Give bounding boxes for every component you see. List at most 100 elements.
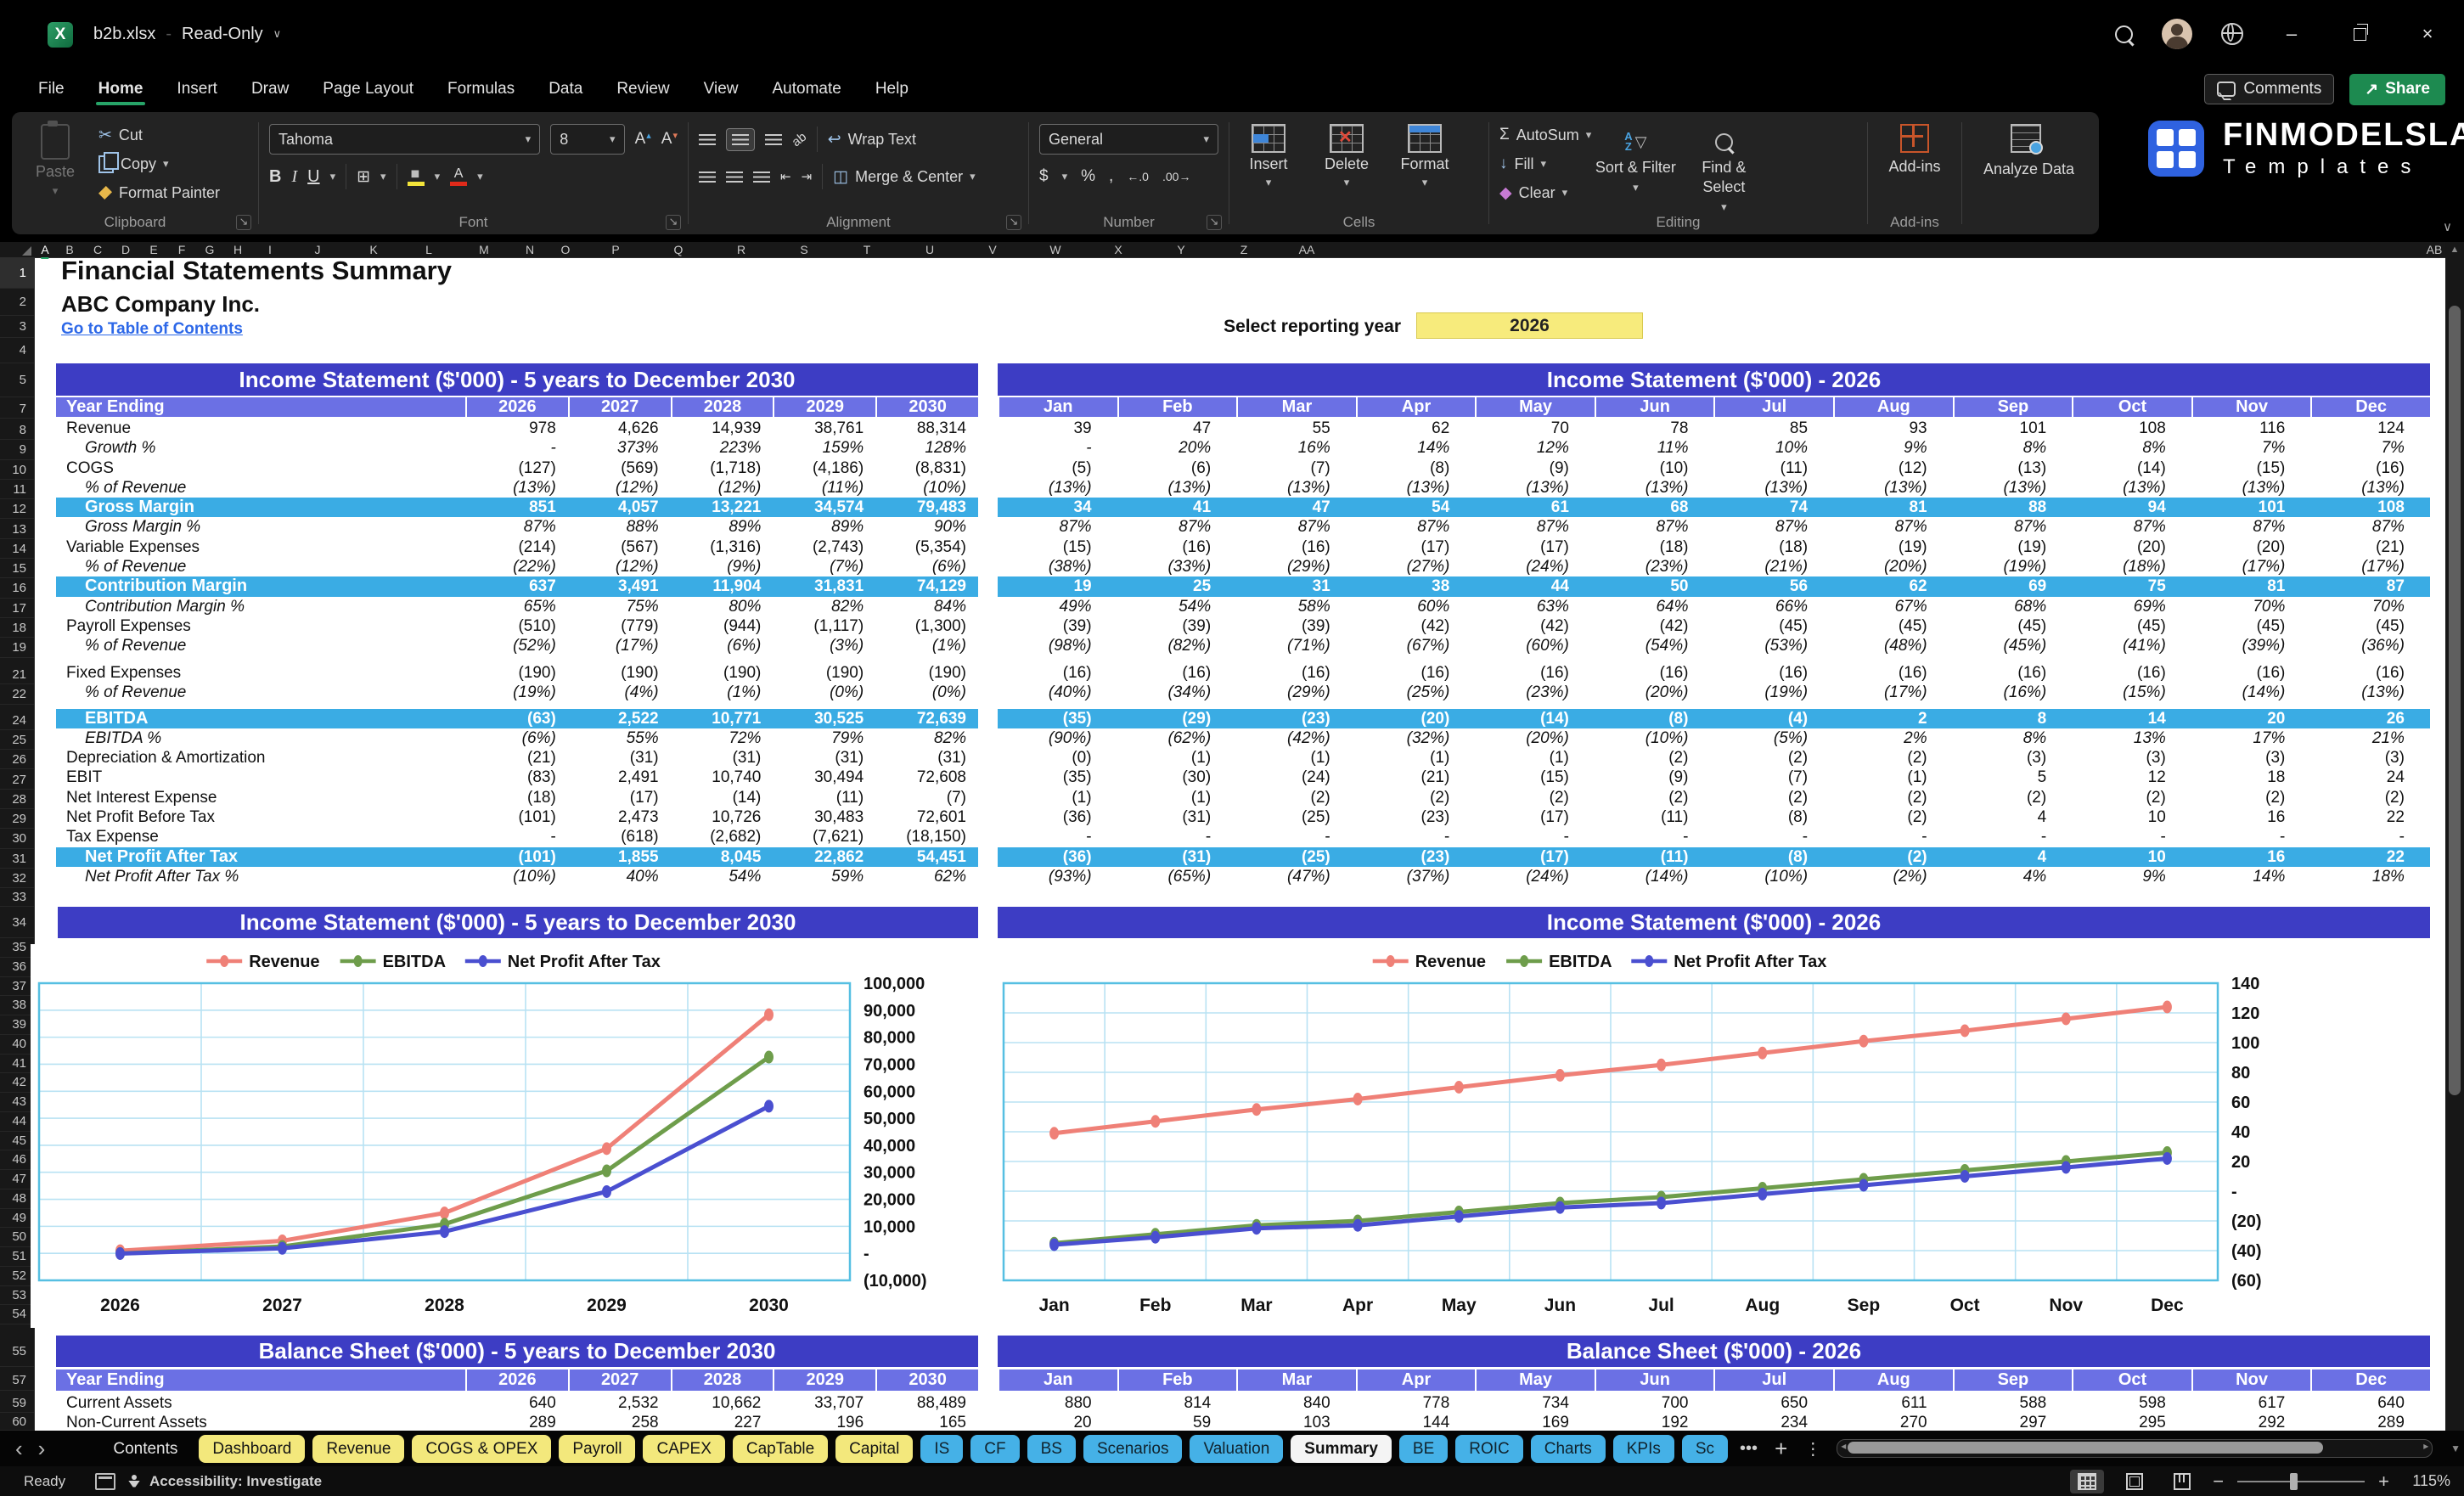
close-button[interactable]: × [2408, 14, 2447, 53]
cell[interactable]: (10) [1595, 458, 1714, 478]
cell[interactable]: (36) [998, 807, 1117, 827]
cell[interactable]: 87 [2310, 576, 2430, 596]
row-label[interactable]: Non-Current Assets [56, 1413, 465, 1431]
cell[interactable]: (19) [1833, 537, 1953, 557]
cell[interactable]: 13,221 [671, 498, 774, 517]
cell[interactable]: 72% [671, 728, 774, 748]
sheet-tab-cf[interactable]: CF [970, 1434, 1020, 1463]
scroll-right-icon[interactable]: ▸ [2423, 1440, 2428, 1452]
cell[interactable]: (2) [1595, 748, 1714, 768]
cell[interactable]: (52%) [465, 636, 568, 655]
cell[interactable]: 34 [998, 498, 1117, 517]
cell[interactable]: (42%) [1236, 728, 1356, 748]
row-number[interactable]: 15 [0, 559, 34, 579]
cell[interactable]: 55% [568, 728, 671, 748]
row-number[interactable]: 54 [0, 1305, 34, 1324]
cell[interactable]: (2) [1475, 788, 1595, 807]
cell[interactable]: (48%) [1833, 636, 1953, 655]
row-label[interactable]: EBITDA % [56, 728, 465, 748]
cell[interactable]: 196 [773, 1413, 875, 1431]
zoom-level[interactable]: 115% [2403, 1472, 2450, 1490]
cell[interactable]: (39) [1117, 616, 1237, 636]
column-header[interactable]: T [864, 242, 871, 257]
cell[interactable]: (14) [671, 788, 774, 807]
column-header[interactable]: Z [1240, 242, 1248, 257]
cell[interactable]: (2) [2191, 788, 2311, 807]
cell[interactable]: 14,939 [671, 419, 774, 438]
cell[interactable]: (21%) [1713, 557, 1833, 576]
cell[interactable]: 88 [1953, 498, 2073, 517]
row-number[interactable]: 41 [0, 1055, 34, 1074]
cell[interactable]: 18 [2191, 768, 2311, 787]
row-number[interactable]: 43 [0, 1093, 34, 1112]
cell[interactable]: (16) [2310, 663, 2430, 683]
cell[interactable]: 75% [568, 597, 671, 616]
cell[interactable]: 63% [1475, 597, 1595, 616]
cell[interactable]: 128% [875, 438, 978, 458]
cell[interactable]: 258 [568, 1413, 671, 1431]
menu-tab-file[interactable]: File [24, 71, 79, 107]
cell[interactable]: 30,483 [773, 807, 875, 827]
row-label[interactable]: EBIT [56, 768, 465, 787]
cell[interactable]: (42) [1475, 616, 1595, 636]
increase-decimal-button[interactable]: ←.0 [1127, 170, 1149, 183]
cell[interactable]: (190) [465, 663, 568, 683]
column-header[interactable]: S [800, 242, 807, 257]
sheet-tab-sc[interactable]: Sc [1681, 1434, 1729, 1463]
row-number[interactable]: 34 [0, 907, 34, 938]
number-format-select[interactable]: General ▾ [1039, 124, 1218, 155]
cell[interactable]: - [1475, 827, 1595, 846]
menu-tab-formulas[interactable]: Formulas [433, 71, 529, 107]
cell[interactable]: (24%) [1475, 867, 1595, 886]
cell[interactable]: (16) [1713, 663, 1833, 683]
macro-record-icon[interactable] [95, 1472, 115, 1490]
cell[interactable]: (3) [1953, 748, 2073, 768]
cell[interactable]: - [1833, 827, 1953, 846]
cell[interactable]: 4,057 [568, 498, 671, 517]
row-number[interactable]: 37 [0, 977, 34, 997]
cell[interactable]: 56 [1713, 576, 1833, 596]
cell[interactable]: 640 [465, 1393, 568, 1413]
row-number[interactable]: 21 [0, 665, 34, 685]
cell[interactable]: (190) [875, 663, 978, 683]
cell[interactable]: (33%) [1117, 557, 1237, 576]
cell[interactable]: (4,186) [773, 458, 875, 478]
cell[interactable]: (2) [1953, 788, 2073, 807]
currency-format-button[interactable]: $ [1039, 167, 1049, 186]
cell[interactable]: (0%) [773, 683, 875, 702]
cell[interactable]: 54,451 [875, 847, 978, 867]
cell[interactable]: (14) [1475, 709, 1595, 728]
cell[interactable]: (7) [1713, 768, 1833, 787]
cell[interactable]: (42) [1356, 616, 1476, 636]
cell[interactable]: 8,045 [671, 847, 774, 867]
cell[interactable]: (13%) [1356, 478, 1476, 498]
cell[interactable]: (35) [998, 709, 1117, 728]
cell[interactable]: (16) [2072, 663, 2191, 683]
row-number[interactable]: 9 [0, 440, 34, 460]
zoom-slider[interactable] [2237, 1472, 2366, 1490]
font-name-select[interactable]: Tahoma ▾ [269, 124, 541, 155]
cell[interactable]: 108 [2072, 419, 2191, 438]
row-number[interactable]: 47 [0, 1170, 34, 1189]
sheet-tab-capital[interactable]: Capital [835, 1434, 914, 1463]
header-cell[interactable]: 2030 [875, 1369, 978, 1391]
cell[interactable]: (39) [1236, 616, 1356, 636]
horizontal-scrollbar[interactable]: ◂ ▸ [1837, 1439, 2433, 1458]
sheet-tab-roic[interactable]: ROIC [1455, 1434, 1523, 1463]
cell[interactable]: (10%) [875, 478, 978, 498]
cell[interactable]: 14 [2072, 709, 2191, 728]
cell[interactable]: (19%) [1713, 683, 1833, 702]
align-left-button[interactable] [699, 171, 716, 183]
cell[interactable]: (0) [998, 748, 1117, 768]
cell[interactable]: - [998, 438, 1117, 458]
cell[interactable]: (5) [998, 458, 1117, 478]
toc-link[interactable]: Go to Table of Contents [61, 320, 243, 339]
cell[interactable]: (54%) [1595, 636, 1714, 655]
cell[interactable]: 89% [671, 517, 774, 537]
cell[interactable]: (6%) [671, 636, 774, 655]
menu-tab-insert[interactable]: Insert [162, 71, 232, 107]
share-button[interactable]: ↗ Share [2349, 73, 2445, 105]
cell[interactable]: (1,316) [671, 537, 774, 557]
row-label[interactable]: Contribution Margin [56, 576, 465, 596]
cell[interactable]: (4) [1713, 709, 1833, 728]
